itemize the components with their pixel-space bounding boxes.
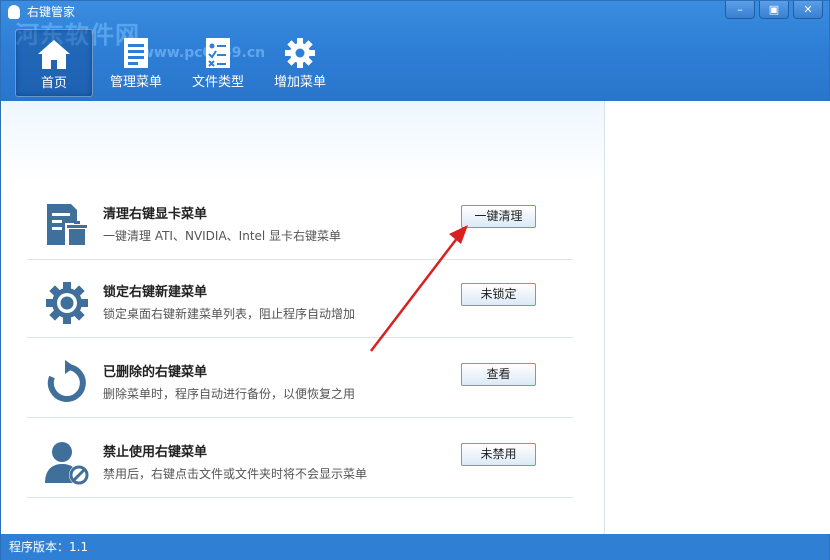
side-panel — [604, 101, 830, 534]
feature-row-disable-menu: 禁止使用右键菜单 禁用后，右键点击文件或文件夹时将不会显示菜单 未禁用 — [27, 419, 573, 498]
app-window: 右键管家 – ▣ ✕ 河东软件网 www.pc0359.cn 首页 管理菜单 文… — [0, 0, 830, 560]
nav-file-type[interactable]: 文件类型 — [179, 29, 257, 97]
close-button[interactable]: ✕ — [793, 1, 823, 19]
window-controls: – ▣ ✕ — [721, 1, 823, 19]
view-button[interactable]: 查看 — [461, 363, 536, 386]
clean-now-button[interactable]: 一键清理 — [461, 205, 536, 228]
user-block-icon — [45, 442, 89, 485]
feature-title: 清理右键显卡菜单 — [103, 207, 208, 222]
nav-home-label: 首页 — [40, 76, 67, 91]
version-text: 程序版本：1.1 — [9, 540, 89, 554]
maximize-button[interactable]: ▣ — [759, 1, 789, 19]
status-bar: 程序版本：1.1 — [1, 534, 829, 560]
nav-file-type-label: 文件类型 — [191, 75, 244, 90]
main-nav: 首页 管理菜单 文件类型 增加菜单 — [15, 29, 343, 97]
feature-row-clean-gpu: 清理右键显卡菜单 一键清理 ATI、NVIDIA、Intel 显卡右键菜单 一键… — [27, 181, 573, 260]
file-type-icon — [206, 38, 230, 68]
minimize-button[interactable]: – — [725, 1, 755, 19]
main-content: 清理右键显卡菜单 一键清理 ATI、NVIDIA、Intel 显卡右键菜单 一键… — [3, 101, 604, 534]
restore-icon — [47, 360, 86, 402]
feature-description: 删除菜单时，程序自动进行备份，以便恢复之用 — [103, 387, 356, 401]
nav-add-menu-label: 增加菜单 — [273, 75, 326, 90]
feature-description: 锁定桌面右键新建菜单列表，阻止程序自动增加 — [103, 307, 356, 321]
feature-description: 禁用后，右键点击文件或文件夹时将不会显示菜单 — [103, 467, 368, 481]
feature-title: 禁止使用右键菜单 — [103, 445, 208, 460]
home-icon — [38, 40, 70, 69]
feature-row-lock-new-menu: 锁定右键新建菜单 锁定桌面右键新建菜单列表，阻止程序自动增加 未锁定 — [27, 259, 573, 338]
feature-title: 锁定右键新建菜单 — [103, 285, 208, 300]
nav-manage-menu[interactable]: 管理菜单 — [97, 29, 175, 97]
header-bar: 右键管家 – ▣ ✕ 河东软件网 www.pc0359.cn 首页 管理菜单 文… — [1, 1, 829, 101]
document-delete-icon — [47, 204, 87, 245]
gear-icon — [285, 38, 315, 68]
nav-add-menu[interactable]: 增加菜单 — [261, 29, 339, 97]
disable-toggle-button[interactable]: 未禁用 — [461, 443, 536, 466]
nav-manage-menu-label: 管理菜单 — [109, 75, 162, 90]
feature-row-deleted-menus: 已删除的右键菜单 删除菜单时，程序自动进行备份，以便恢复之用 查看 — [27, 339, 573, 418]
menu-list-icon — [124, 38, 148, 68]
feature-title: 已删除的右键菜单 — [103, 365, 208, 380]
gear-icon — [46, 282, 88, 324]
feature-description: 一键清理 ATI、NVIDIA、Intel 显卡右键菜单 — [103, 229, 342, 243]
lock-toggle-button[interactable]: 未锁定 — [461, 283, 536, 306]
nav-home[interactable]: 首页 — [15, 29, 93, 97]
